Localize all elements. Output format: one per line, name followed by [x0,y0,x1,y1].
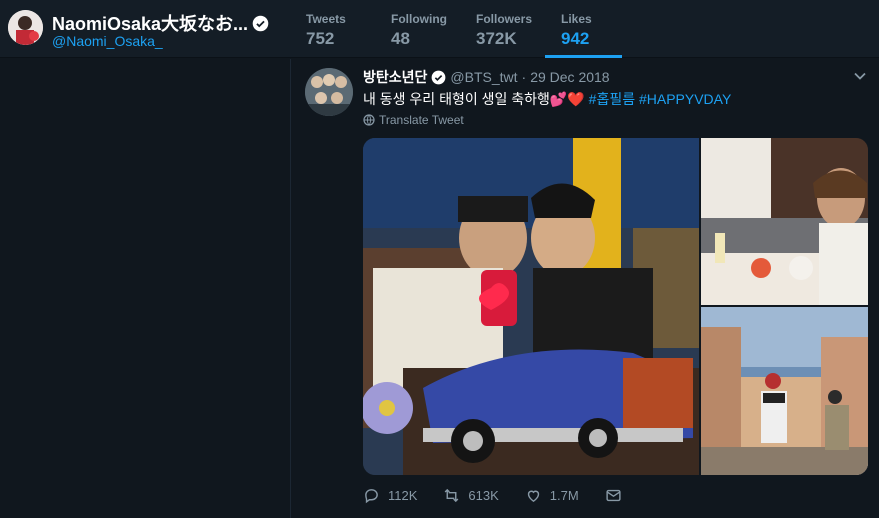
media-photo-bottom-right[interactable] [701,307,868,475]
tweet-hashtags[interactable]: #홉필름 #HAPPYVDAY [589,91,732,107]
separator-dot: · [521,69,527,85]
envelope-icon [606,489,621,502]
retweet-button[interactable]: 613K [443,487,499,504]
stat-label: Following [391,12,447,26]
verified-badge-icon [252,15,269,31]
verified-badge-icon [432,70,446,84]
tweet-body: 내 동생 우리 태형이 생일 축하행💕❤️ [363,91,585,107]
stat-value: 752 [306,29,335,48]
like-button[interactable]: 1.7M [525,487,579,504]
translate-label[interactable]: Translate Tweet [379,113,464,127]
profile-header: NaomiOsaka大坂なお... @Naomi_Osaka_ Tweets 7… [0,0,879,58]
direct-message-button[interactable] [605,487,630,504]
stat-value: 942 [561,29,590,48]
reply-count: 112K [388,488,418,503]
tweet-date[interactable]: 29 Dec 2018 [530,69,609,85]
heart-icon [527,490,539,503]
tweet-author-name[interactable]: 방탄소년단 [363,67,427,87]
reply-button[interactable]: 112K [363,487,417,504]
retweet-count: 613K [468,488,499,503]
stat-label: Tweets [306,12,346,26]
retweet-icon [445,488,459,503]
reply-icon [365,489,378,504]
tweet-author-handle[interactable]: @BTS_twt [450,69,517,85]
globe-icon [363,114,375,126]
profile-handle[interactable]: @Naomi_Osaka_ [52,33,163,49]
stat-value: 48 [391,29,410,48]
tweet-author-avatar[interactable] [305,68,353,116]
left-column [0,59,290,518]
media-photo-top-right[interactable] [701,138,868,305]
stat-tweets[interactable]: Tweets 752 [290,0,375,58]
stat-followers[interactable]: Followers 372K [460,0,545,58]
stat-label: Likes [561,12,592,26]
tweet-media[interactable] [363,138,868,475]
translate-tweet-link[interactable]: Translate Tweet [363,113,464,127]
like-count: 1.7M [549,488,579,503]
chevron-down-icon[interactable] [853,69,867,83]
profile-stats: Tweets 752 Following 48 Followers 372K L… [290,0,630,58]
tweet[interactable]: 방탄소년단 @BTS_twt · 29 Dec 2018 내 동생 우리 태형이… [290,59,879,518]
tweet-actions: 112K 613K 1.7M [363,487,656,504]
stat-following[interactable]: Following 48 [375,0,460,58]
media-photo-main[interactable] [363,138,703,475]
stat-label: Followers [476,12,533,26]
tweet-text: 내 동생 우리 태형이 생일 축하행💕❤️ #홉필름 #HAPPYVDAY [363,89,731,109]
stat-value: 372K [476,29,517,48]
profile-avatar[interactable] [8,10,43,45]
stat-likes[interactable]: Likes 942 [545,0,630,58]
